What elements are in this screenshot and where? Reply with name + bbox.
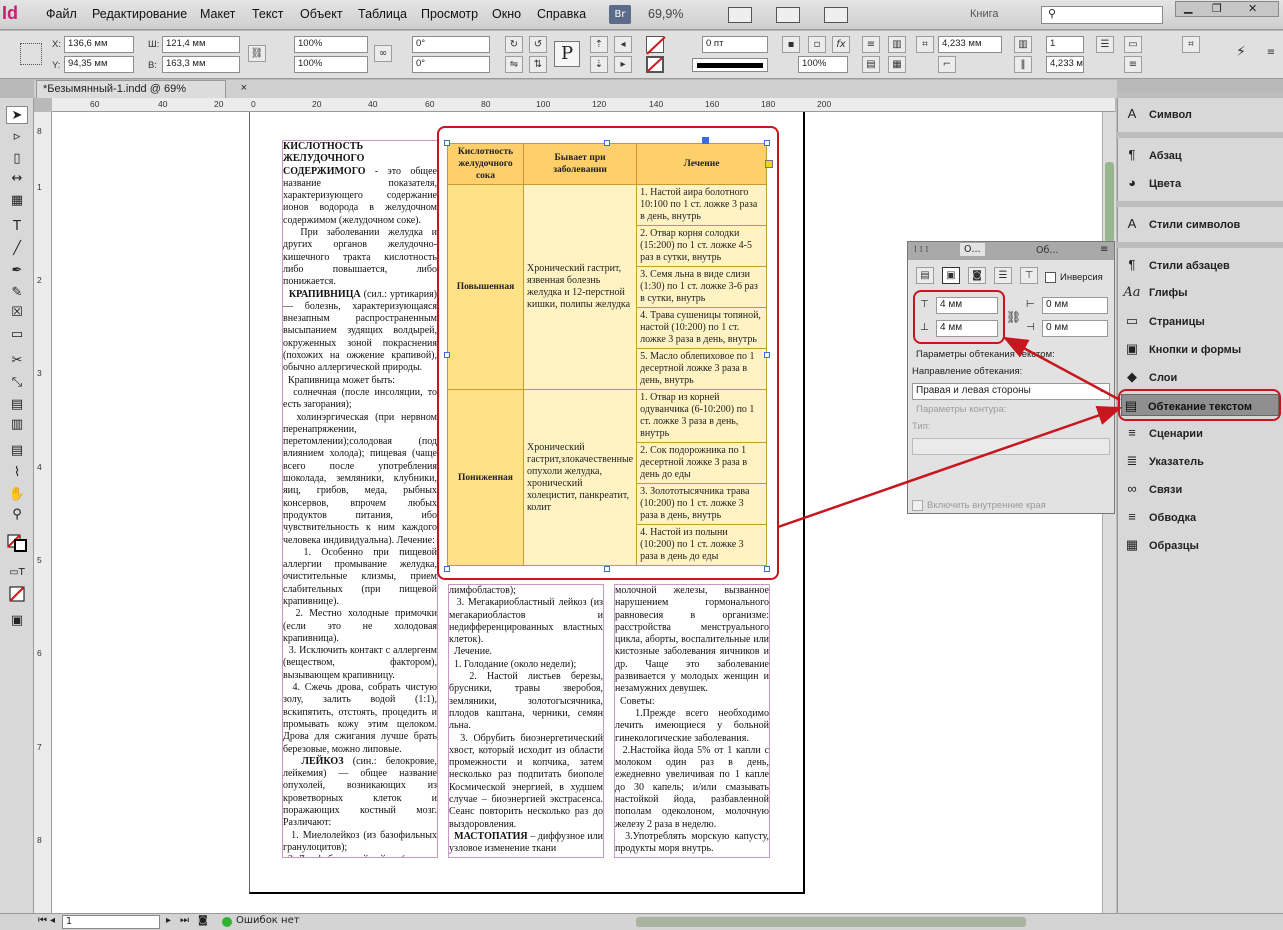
- preflight-status-icon: [222, 917, 232, 927]
- status-bar: ⏮ ◂ 1 ▸ ⏭ ◙ Ошибок нет: [0, 913, 1283, 930]
- next-page-icon[interactable]: ▸: [166, 915, 171, 926]
- last-page-icon[interactable]: ⏭: [180, 915, 189, 926]
- open-page-icon[interactable]: ◙: [198, 915, 208, 926]
- first-page-icon[interactable]: ⏮: [38, 915, 47, 926]
- arrow-line: [1002, 336, 1121, 402]
- preflight-status[interactable]: Ошибок нет: [236, 915, 300, 926]
- page-number-field[interactable]: 1: [62, 915, 160, 929]
- annotation-arrows: [777, 336, 1123, 529]
- horizontal-scroll-thumb[interactable]: [636, 917, 1026, 927]
- arrow-line: [777, 405, 1123, 529]
- page-number: 1: [66, 916, 73, 927]
- prev-page-icon[interactable]: ◂: [50, 915, 55, 926]
